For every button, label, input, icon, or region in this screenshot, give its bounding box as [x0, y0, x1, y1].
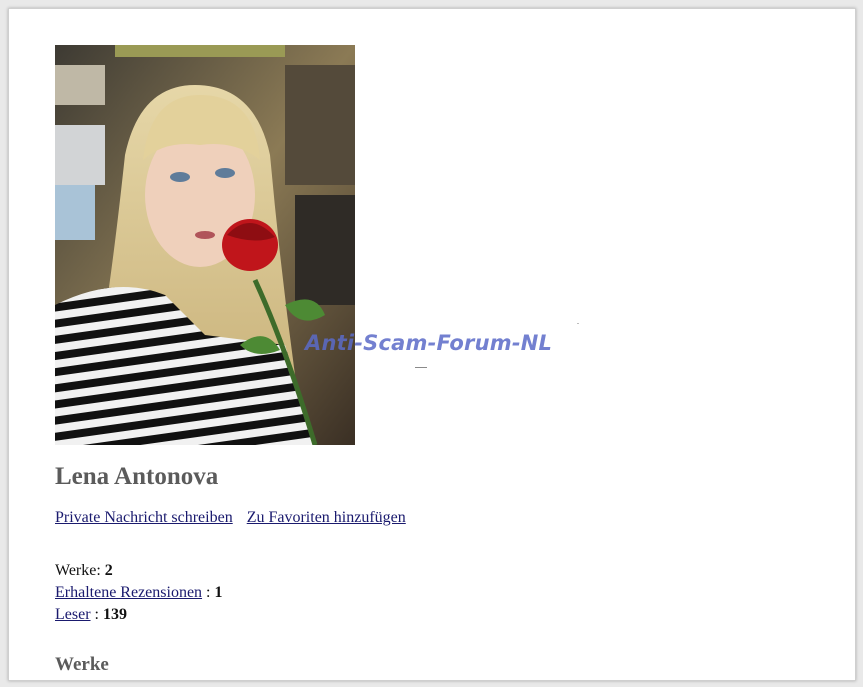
- stat-works: Werke: 2: [55, 560, 223, 582]
- stat-readers-value: 139: [102, 606, 127, 623]
- divider-dot: [577, 323, 579, 324]
- stat-readers-separator: :: [94, 606, 99, 623]
- profile-photo: [55, 45, 355, 445]
- private-message-link[interactable]: Private Nachricht schreiben: [55, 509, 233, 526]
- works-section-title: Werke: [55, 654, 109, 675]
- profile-name: Lena Antonova: [55, 463, 219, 490]
- profile-photo-image: [55, 45, 355, 445]
- profile-actions: Private Nachricht schreiben Zu Favoriten …: [55, 509, 406, 527]
- watermark-underline: [415, 367, 427, 368]
- stat-reviews-separator: :: [206, 584, 211, 601]
- stat-works-value: 2: [104, 562, 113, 579]
- stat-readers-link[interactable]: Leser: [55, 606, 91, 623]
- profile-stats: Werke: 2 Erhaltene Rezensionen : 1 Leser…: [55, 560, 223, 626]
- stat-reviews: Erhaltene Rezensionen : 1: [55, 582, 223, 604]
- stat-reviews-value: 1: [214, 584, 223, 601]
- page-frame: Anti-Scam-Forum-NL Lena Antonova Private…: [8, 8, 856, 681]
- stat-readers: Leser : 139: [55, 604, 223, 626]
- add-favorite-link[interactable]: Zu Favoriten hinzufügen: [247, 509, 406, 526]
- stat-reviews-link[interactable]: Erhaltene Rezensionen: [55, 584, 202, 601]
- watermark-text: Anti-Scam-Forum-NL: [305, 331, 553, 355]
- stat-works-label: Werke:: [55, 562, 101, 579]
